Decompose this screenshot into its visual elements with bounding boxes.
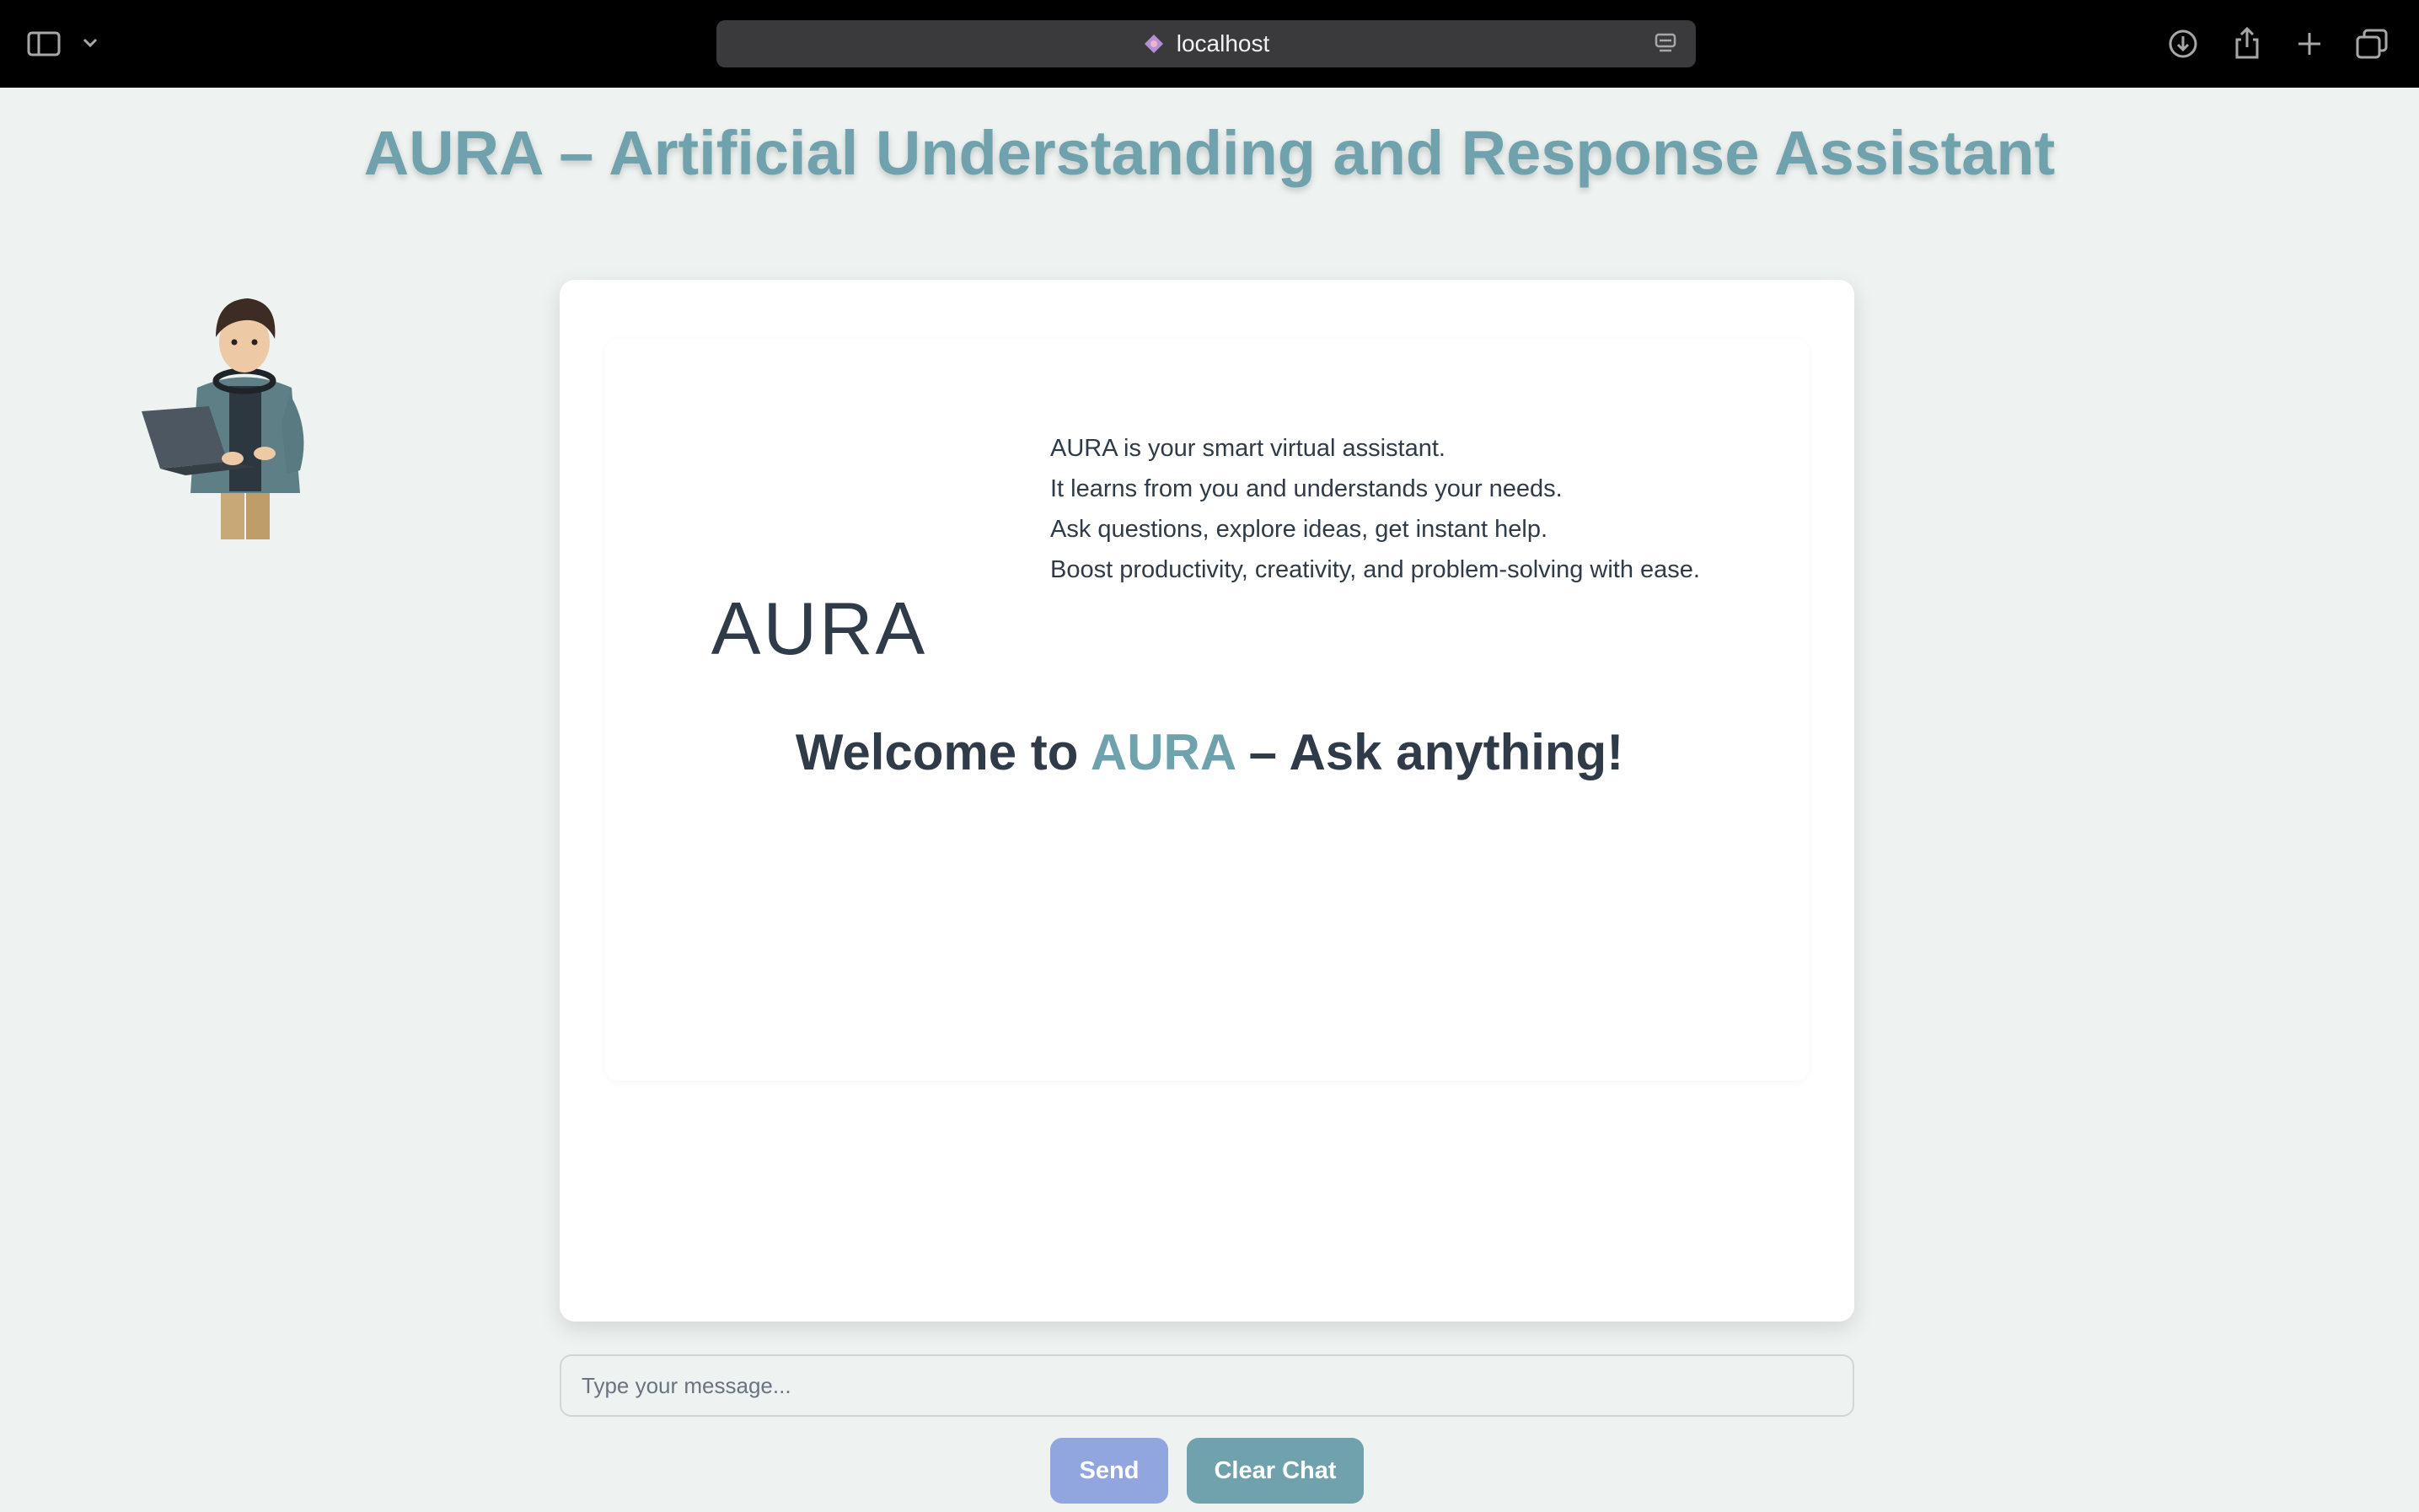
site-icon bbox=[1143, 33, 1165, 55]
share-icon[interactable] bbox=[2229, 24, 2266, 62]
chevron-down-icon[interactable] bbox=[79, 32, 101, 54]
clear-chat-button[interactable]: Clear Chat bbox=[1187, 1438, 1364, 1504]
intro-line: Boost productivity, creativity, and prob… bbox=[1050, 556, 1700, 583]
welcome-suffix: – Ask anything! bbox=[1234, 724, 1624, 780]
reader-icon[interactable] bbox=[1654, 32, 1677, 60]
page-title: AURA – Artificial Understanding and Resp… bbox=[363, 118, 2056, 188]
sidebar-icon[interactable] bbox=[25, 27, 62, 61]
tabs-icon[interactable] bbox=[2353, 25, 2390, 62]
avatar-illustration bbox=[142, 298, 304, 539]
message-input[interactable] bbox=[560, 1354, 1854, 1417]
download-icon[interactable] bbox=[2164, 25, 2202, 62]
url-text: localhost bbox=[1176, 30, 1270, 56]
plus-icon[interactable] bbox=[2291, 25, 2328, 62]
intro-description: AURA is your smart virtual assistant. It… bbox=[1050, 428, 1809, 590]
welcome-prefix: Welcome to bbox=[795, 724, 1091, 780]
aura-logo-wordmark: AURA bbox=[711, 587, 928, 670]
address-bar[interactable]: localhost bbox=[716, 20, 1696, 67]
send-button[interactable]: Send bbox=[1050, 1438, 1168, 1504]
welcome-heading: Welcome to AURA – Ask anything! bbox=[0, 723, 2419, 781]
welcome-accent: AURA bbox=[1090, 724, 1235, 780]
intro-line: Ask questions, explore ideas, get instan… bbox=[1050, 516, 1548, 543]
browser-toolbar: localhost bbox=[0, 0, 2419, 88]
intro-line: AURA is your smart virtual assistant. bbox=[1050, 435, 1446, 462]
intro-line: It learns from you and understands your … bbox=[1050, 475, 1563, 502]
